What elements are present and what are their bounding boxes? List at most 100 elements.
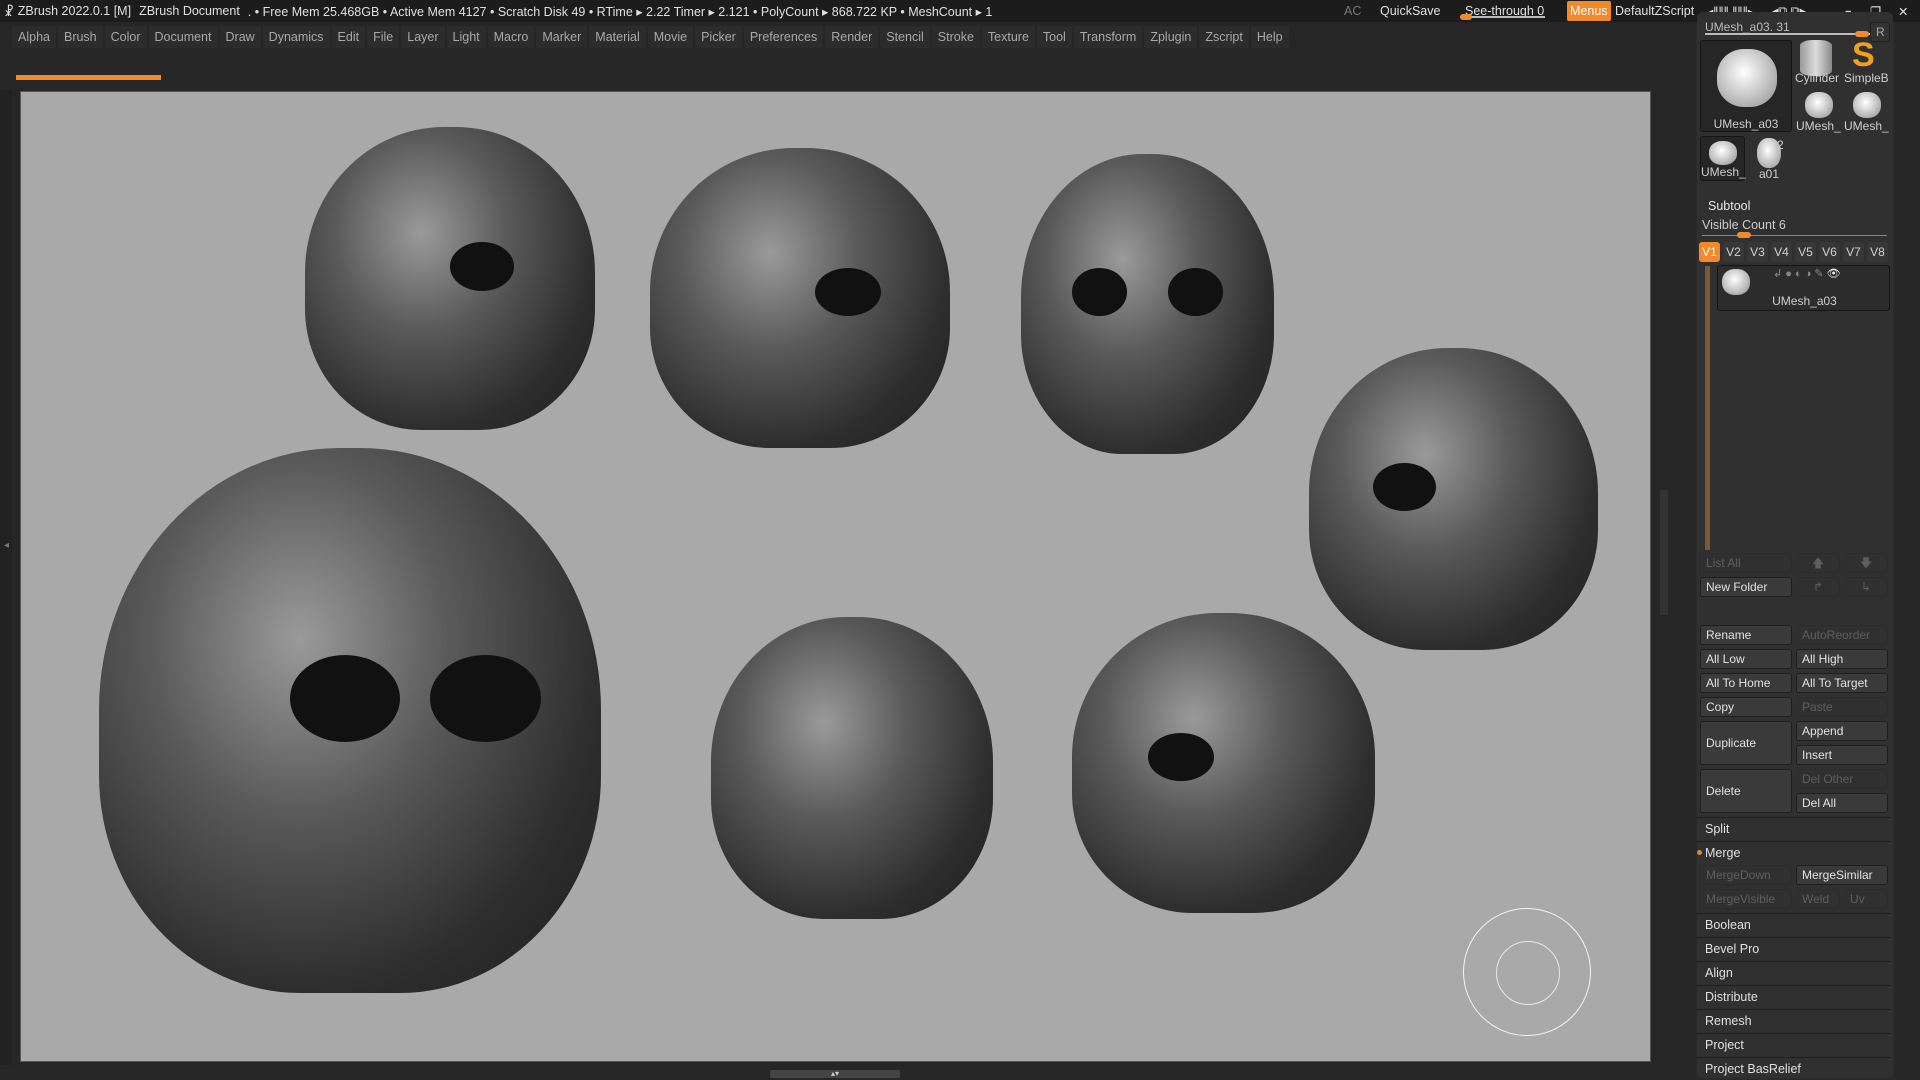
menu-layer[interactable]: Layer [401, 26, 445, 48]
weld-button[interactable]: Weld [1796, 889, 1840, 909]
project-section[interactable]: Project [1697, 1033, 1891, 1055]
list-all-button[interactable]: List All [1700, 553, 1792, 573]
app-title: ZBrush 2022.0.1 [M] [17, 4, 132, 18]
version-button-v8[interactable]: V8 [1867, 242, 1888, 262]
align-section[interactable]: Align [1697, 961, 1891, 983]
menu-stencil[interactable]: Stencil [880, 26, 930, 48]
boolean-section[interactable]: Boolean [1697, 913, 1891, 935]
menu-render[interactable]: Render [825, 26, 879, 48]
menu-texture[interactable]: Texture [981, 26, 1035, 48]
ac-button[interactable]: AC [1344, 4, 1361, 18]
distribute-section[interactable]: Distribute [1697, 985, 1891, 1007]
mergedown-button[interactable]: MergeDown [1700, 865, 1792, 885]
version-button-v4[interactable]: V4 [1771, 242, 1792, 262]
simplebrush-thumb-icon[interactable]: S [1852, 36, 1875, 75]
mergesimilar-button[interactable]: MergeSimilar [1796, 865, 1888, 885]
menu-file[interactable]: File [367, 26, 400, 48]
paste-button[interactable]: Paste [1796, 697, 1888, 717]
all-high-button[interactable]: All High [1796, 649, 1888, 669]
delete-button[interactable]: Delete [1700, 769, 1792, 813]
append-button[interactable]: Append [1796, 721, 1888, 741]
menus-toggle[interactable]: Menus [1567, 1, 1611, 21]
visible-count-handle[interactable] [1737, 232, 1751, 238]
menu-zscript[interactable]: Zscript [1199, 26, 1249, 48]
menu-zplugin[interactable]: Zplugin [1144, 26, 1198, 48]
menu-color[interactable]: Color [104, 26, 147, 48]
menu-stroke[interactable]: Stroke [931, 26, 980, 48]
project-basrelief-section[interactable]: Project BasRelief [1697, 1057, 1891, 1079]
insert-button[interactable]: Insert [1796, 745, 1888, 765]
tool-thumb-label[interactable]: UMesh_ [1796, 119, 1841, 133]
autoreorder-button[interactable]: AutoReorder [1796, 625, 1888, 645]
right-tray-scrollbar[interactable] [1660, 490, 1668, 615]
all-to-home-button[interactable]: All To Home [1700, 673, 1792, 693]
menu-material[interactable]: Material [589, 26, 646, 48]
menu-preferences[interactable]: Preferences [743, 26, 824, 48]
subtool-title[interactable]: Subtool [1708, 199, 1750, 213]
viewport-canvas[interactable] [20, 91, 1651, 1062]
menu-edit[interactable]: Edit [331, 26, 366, 48]
duplicate-button[interactable]: Duplicate [1700, 721, 1792, 765]
version-button-v6[interactable]: V6 [1819, 242, 1840, 262]
bevel-pro-section[interactable]: Bevel Pro [1697, 937, 1891, 959]
mergevisible-button[interactable]: MergeVisible [1700, 889, 1792, 909]
remesh-section[interactable]: Remesh [1697, 1009, 1891, 1031]
version-button-v1[interactable]: V1 [1699, 242, 1720, 262]
menu-transform[interactable]: Transform [1073, 26, 1143, 48]
version-button-v3[interactable]: V3 [1747, 242, 1768, 262]
subtool-list-scrollbar[interactable] [1705, 266, 1710, 550]
move-down-icon[interactable]: 🡇 [1844, 553, 1888, 573]
menu-macro[interactable]: Macro [487, 26, 535, 48]
close-icon[interactable]: ✕ [1898, 4, 1908, 19]
umesh-small-thumb[interactable]: UMesh_ [1700, 136, 1746, 181]
tool-thumb-label[interactable]: SimpleB [1844, 71, 1889, 85]
split-section[interactable]: Split [1697, 817, 1891, 839]
tool-thumb-label[interactable]: UMesh_ [1844, 119, 1889, 133]
menu-light[interactable]: Light [446, 26, 486, 48]
menu-marker[interactable]: Marker [536, 26, 588, 48]
menu-movie[interactable]: Movie [647, 26, 694, 48]
move-up-icon[interactable]: 🡅 [1796, 553, 1840, 573]
version-button-v5[interactable]: V5 [1795, 242, 1816, 262]
tool-thumb-label[interactable]: a01 [1759, 167, 1779, 181]
tool-thumb-label[interactable]: Cylinder [1795, 71, 1839, 85]
uv-button[interactable]: Uv [1844, 889, 1888, 909]
rename-button[interactable]: Rename [1700, 625, 1792, 645]
menu-picker[interactable]: Picker [695, 26, 742, 48]
rotation-gizmo[interactable] [1463, 908, 1591, 1036]
del-other-button[interactable]: Del Other [1796, 769, 1888, 789]
del-all-button[interactable]: Del All [1796, 793, 1888, 813]
menu-tool[interactable]: Tool [1036, 26, 1072, 48]
all-to-target-button[interactable]: All To Target [1796, 673, 1888, 693]
menu-dynamics[interactable]: Dynamics [262, 26, 330, 48]
copy-button[interactable]: Copy [1700, 697, 1792, 717]
bottom-tray-toggle-icon[interactable]: ▴▾ [770, 1070, 900, 1078]
tool-slider[interactable] [1705, 33, 1870, 35]
current-tool-thumb[interactable]: UMesh_a03 [1700, 40, 1792, 132]
eye-icon[interactable]: 👁 [1827, 268, 1841, 280]
subtool-icons[interactable]: ↲ ● ◐ ◑ ✎ 👁 [1773, 267, 1841, 280]
umesh-thumb-icon[interactable] [1805, 92, 1833, 118]
menu-draw[interactable]: Draw [219, 26, 261, 48]
left-tray-toggle-icon[interactable]: ◂ [4, 540, 9, 551]
progress-bar [16, 75, 161, 80]
menu-document[interactable]: Document [148, 26, 218, 48]
menu-brush[interactable]: Brush [57, 26, 103, 48]
folder-arrow-down-icon[interactable]: ↳ [1844, 577, 1888, 597]
seethrough-track[interactable] [1460, 16, 1545, 18]
umesh-thumb-icon[interactable] [1853, 92, 1881, 118]
visible-count-slider[interactable] [1702, 235, 1887, 236]
all-low-button[interactable]: All Low [1700, 649, 1792, 669]
folder-arrow-icon[interactable]: ↱ [1796, 577, 1840, 597]
new-folder-button[interactable]: New Folder [1700, 577, 1792, 597]
seethrough-handle[interactable] [1460, 14, 1472, 20]
subtool-item[interactable]: ↲ ● ◐ ◑ ✎ 👁 UMesh_a03 [1717, 265, 1890, 311]
version-button-v2[interactable]: V2 [1723, 242, 1744, 262]
merge-section[interactable]: Merge [1697, 841, 1891, 863]
zscript-button[interactable]: DefaultZScript [1615, 4, 1694, 18]
version-button-v7[interactable]: V7 [1843, 242, 1864, 262]
menu-alpha[interactable]: Alpha [12, 26, 56, 48]
zbrush-logo-icon: ☧ [4, 4, 14, 19]
menu-help[interactable]: Help [1250, 26, 1289, 48]
quicksave-button[interactable]: QuickSave [1380, 4, 1440, 18]
